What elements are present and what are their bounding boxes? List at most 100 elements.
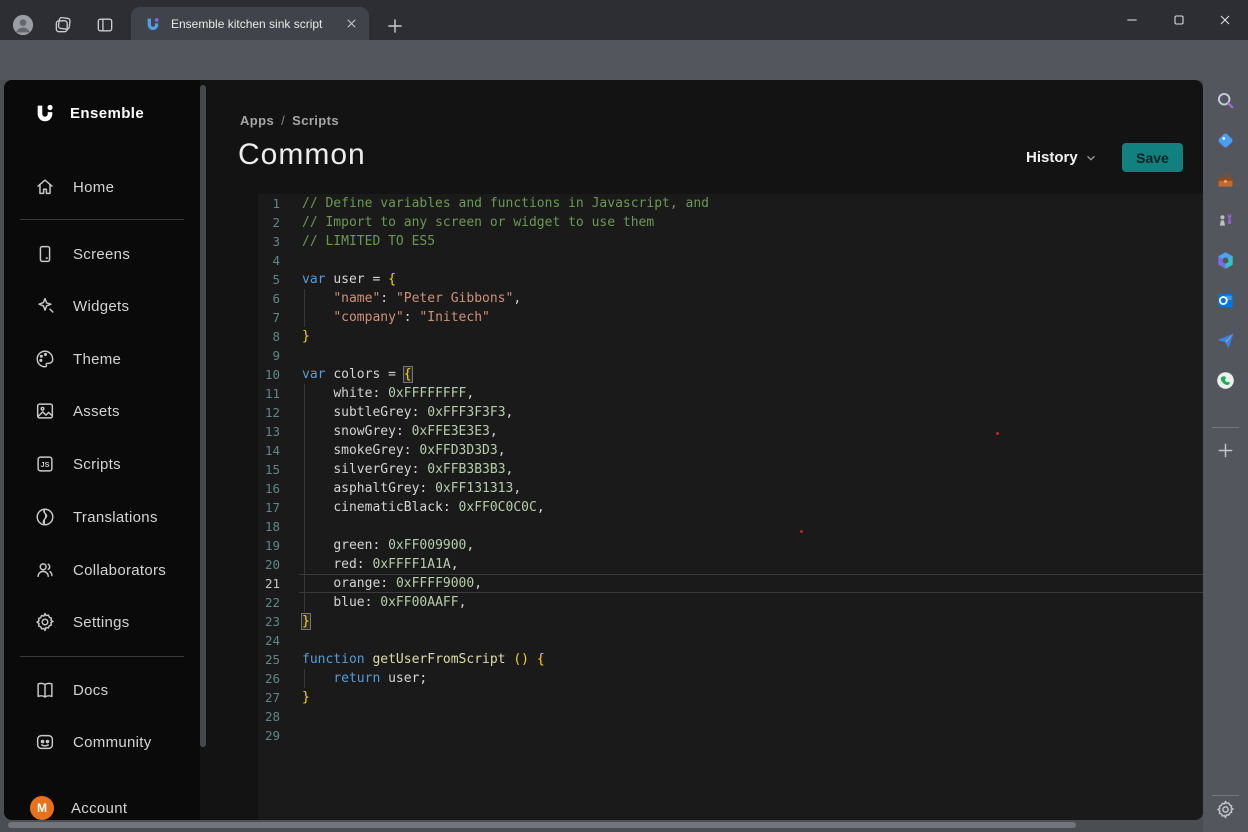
- code-line-11[interactable]: 11 white: 0xFFFFFFFF,: [258, 384, 1203, 403]
- maximize-button[interactable]: [1171, 12, 1187, 28]
- sidebar-item-account[interactable]: M Account: [30, 792, 127, 820]
- browser-tab[interactable]: Ensemble kitchen sink script: [131, 7, 369, 40]
- sidebar-item-screens[interactable]: Screens: [34, 238, 130, 270]
- code-text: white: 0xFFFFFFFF,: [302, 384, 474, 403]
- workspaces-icon[interactable]: [53, 15, 73, 35]
- rail-divider: [1212, 427, 1239, 428]
- history-label: History: [1026, 149, 1078, 166]
- code-line-17[interactable]: 17 cinematicBlack: 0xFF0C0C0C,: [258, 498, 1203, 517]
- sidebar-scrollbar[interactable]: [200, 85, 206, 747]
- line-number: 12: [258, 403, 280, 422]
- code-line-3[interactable]: 3// LIMITED TO ES5: [258, 232, 1203, 251]
- code-line-12[interactable]: 12 subtleGrey: 0xFFF3F3F3,: [258, 403, 1203, 422]
- sidebar-item-label: Home: [73, 179, 114, 196]
- outlook-icon[interactable]: [1215, 290, 1236, 311]
- drop-icon[interactable]: [1215, 330, 1236, 351]
- code-line-28[interactable]: 28: [258, 707, 1203, 726]
- code-line-22[interactable]: 22 blue: 0xFF00AAFF,: [258, 593, 1203, 612]
- line-number: 24: [258, 631, 280, 650]
- profile-avatar-icon[interactable]: [12, 14, 34, 36]
- close-tab-icon[interactable]: [344, 16, 359, 31]
- collaborators-icon: [34, 559, 56, 581]
- minimize-button[interactable]: [1124, 12, 1140, 28]
- breadcrumb-apps[interactable]: Apps: [240, 113, 274, 128]
- line-number: 23: [258, 612, 280, 631]
- sidebar-item-scripts[interactable]: JSScripts: [34, 448, 121, 480]
- line-number: 2: [258, 213, 280, 232]
- tab-actions-icon[interactable]: [95, 15, 115, 35]
- scripts-icon: JS: [34, 453, 56, 475]
- code-line-15[interactable]: 15 silverGrey: 0xFFB3B3B3,: [258, 460, 1203, 479]
- code-editor[interactable]: 1// Define variables and functions in Ja…: [258, 194, 1203, 820]
- code-text: orange: 0xFFFF9000,: [302, 574, 482, 593]
- save-button[interactable]: Save: [1122, 143, 1183, 172]
- sidebar-settings-icon[interactable]: [1215, 799, 1236, 820]
- code-line-1[interactable]: 1// Define variables and functions in Ja…: [258, 194, 1203, 213]
- code-line-4[interactable]: 4: [258, 251, 1203, 270]
- new-tab-icon[interactable]: [385, 16, 405, 36]
- sidebar-item-translations[interactable]: Translations: [34, 501, 158, 533]
- code-line-18[interactable]: 18: [258, 517, 1203, 536]
- brand[interactable]: Ensemble: [34, 102, 144, 124]
- code-text: // Import to any screen or widget to use…: [302, 213, 654, 232]
- code-line-20[interactable]: 20 red: 0xFFFF1A1A,: [258, 555, 1203, 574]
- code-line-14[interactable]: 14 smokeGrey: 0xFFD3D3D3,: [258, 441, 1203, 460]
- code-line-16[interactable]: 16 asphaltGrey: 0xFF131313,: [258, 479, 1203, 498]
- code-line-19[interactable]: 19 green: 0xFF009900,: [258, 536, 1203, 555]
- line-number: 17: [258, 498, 280, 517]
- code-line-5[interactable]: 5var user = {: [258, 270, 1203, 289]
- code-line-27[interactable]: 27}: [258, 688, 1203, 707]
- games-icon[interactable]: [1215, 209, 1236, 230]
- code-line-10[interactable]: 10var colors = {: [258, 365, 1203, 384]
- search-icon[interactable]: [1215, 90, 1236, 111]
- whatsapp-icon[interactable]: [1215, 370, 1236, 391]
- sidebar-item-community[interactable]: Community: [34, 726, 152, 758]
- code-line-24[interactable]: 24: [258, 631, 1203, 650]
- code-line-13[interactable]: 13 snowGrey: 0xFFE3E3E3,: [258, 422, 1203, 441]
- community-icon: [34, 731, 56, 753]
- line-number: 7: [258, 308, 280, 327]
- code-line-2[interactable]: 2 // Import to any screen or widget to us…: [258, 213, 1203, 232]
- code-line-25[interactable]: 25function getUserFromScript () {: [258, 650, 1203, 669]
- line-number: 6: [258, 289, 280, 308]
- sidebar-item-settings[interactable]: Settings: [34, 606, 130, 638]
- code-line-26[interactable]: 26 return user;: [258, 669, 1203, 688]
- sidebar-item-home[interactable]: Home: [34, 171, 114, 203]
- add-to-sidebar-icon[interactable]: [1215, 440, 1236, 461]
- close-window-button[interactable]: [1217, 12, 1233, 28]
- browser-titlebar: Ensemble kitchen sink script: [0, 0, 1248, 40]
- browser-window: Ensemble kitchen sink script: [0, 0, 1248, 832]
- sidebar-item-assets[interactable]: Assets: [34, 395, 120, 427]
- code-line-21[interactable]: 21 orange: 0xFFFF9000,: [258, 574, 1203, 593]
- sidebar-item-theme[interactable]: Theme: [34, 343, 121, 375]
- shopping-icon[interactable]: [1215, 130, 1236, 151]
- line-number: 27: [258, 688, 280, 707]
- screens-icon: [34, 243, 56, 265]
- sidebar-item-label: Community: [73, 734, 152, 751]
- sidebar-item-docs[interactable]: Docs: [34, 674, 108, 706]
- code-text: blue: 0xFF00AAFF,: [302, 593, 466, 612]
- line-number: 11: [258, 384, 280, 403]
- code-line-7[interactable]: 7 "company": "Initech": [258, 308, 1203, 327]
- code-text: cinematicBlack: 0xFF0C0C0C,: [302, 498, 545, 517]
- microsoft-365-icon[interactable]: [1215, 250, 1236, 271]
- code-line-23[interactable]: 23}: [258, 612, 1203, 631]
- toolbox-icon[interactable]: [1215, 170, 1236, 191]
- line-number: 20: [258, 555, 280, 574]
- line-number: 5: [258, 270, 280, 289]
- history-dropdown[interactable]: History: [1026, 149, 1098, 166]
- code-text: var colors = {: [302, 365, 412, 384]
- line-number: 29: [258, 726, 280, 745]
- code-text: "name": "Peter Gibbons",: [302, 289, 521, 308]
- code-line-6[interactable]: 6 "name": "Peter Gibbons",: [258, 289, 1203, 308]
- code-text: red: 0xFFFF1A1A,: [302, 555, 459, 574]
- breadcrumb-scripts[interactable]: Scripts: [292, 113, 339, 128]
- code-line-8[interactable]: 8}: [258, 327, 1203, 346]
- sidebar-item-collaborators[interactable]: Collaborators: [34, 554, 166, 586]
- line-number: 14: [258, 441, 280, 460]
- horizontal-scrollbar[interactable]: [8, 822, 1076, 828]
- code-line-29[interactable]: 29: [258, 726, 1203, 745]
- sidebar-item-widgets[interactable]: Widgets: [34, 290, 129, 322]
- code-text: // Define variables and functions in Jav…: [302, 194, 709, 213]
- code-line-9[interactable]: 9: [258, 346, 1203, 365]
